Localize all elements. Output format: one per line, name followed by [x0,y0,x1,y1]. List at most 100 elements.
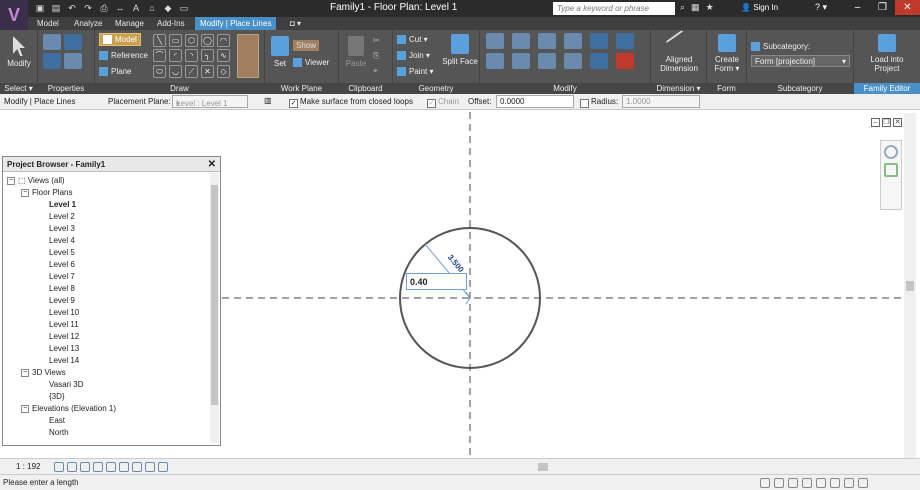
family-types-icon[interactable] [43,34,61,50]
spline-tool-icon[interactable]: ∿ [217,49,230,63]
temporary-dimension-input[interactable]: 0.40 [406,273,467,290]
point-element-icon[interactable]: ✕ [201,64,214,78]
paint-button[interactable]: Paint ▾ [397,67,433,77]
select-links-icon[interactable] [774,478,784,488]
dimension-panel-label[interactable]: Dimension ▾ [651,83,706,94]
open-icon[interactable]: ▣ [34,2,46,14]
modify-button[interactable]: Modify [4,36,34,68]
tree-node-floor-plans[interactable]: − Floor Plans [21,187,72,199]
switch-windows-icon[interactable]: ▭ [178,2,190,14]
tree-node-3d[interactable]: {3D} [49,391,65,403]
view-restore-icon[interactable]: ❐ [882,118,891,127]
project-browser-scrollbar[interactable] [210,173,219,443]
tree-toggle[interactable]: − [21,188,29,197]
tree-node-views[interactable]: − ⬚ Views (all) [7,175,65,187]
redo-icon[interactable]: ↷ [82,2,94,14]
subcategory-dropdown[interactable]: Form [projection] ▾ [751,55,850,67]
placement-plane-dropdown[interactable]: Level : Level 1 ▾ [172,95,248,108]
match-type-icon[interactable]: ⌖ [373,66,378,76]
mirror-draw-axis-icon[interactable] [564,33,582,49]
tangent-arc-icon[interactable]: ◝ [185,49,198,63]
drag-elements-icon[interactable] [830,478,840,488]
copy-element-icon[interactable] [512,53,530,69]
minimize-button[interactable]: – [845,0,870,15]
pin-icon[interactable] [616,33,634,49]
detail-level-icon[interactable] [54,462,64,472]
vertical-scrollbar[interactable] [904,113,916,458]
subscription-icon[interactable]: ▦ [691,2,700,13]
properties-icon[interactable] [43,53,61,69]
aligned-dimension-button[interactable]: Aligned Dimension [655,29,703,73]
view-scale[interactable]: 1 : 192 [16,462,40,471]
tree-toggle[interactable]: − [7,176,15,185]
sign-in-button[interactable]: 👤 Sign In [741,3,778,12]
temporary-hide-icon[interactable] [132,462,142,472]
ribbon-display-toggle[interactable]: ◘ ▾ [290,17,301,30]
binoculars-icon[interactable]: ⌕ [680,2,685,13]
close-button[interactable]: ✕ [895,0,920,15]
tag-icon[interactable]: A [130,2,142,14]
worksharing-display-icon[interactable] [158,462,168,472]
model-line-button[interactable]: Model [99,33,141,47]
tree-node-level-1[interactable]: Level 1 [49,199,76,211]
undo-icon[interactable]: ↶ [66,2,78,14]
tree-node-vasari-3d[interactable]: Vasari 3D [49,379,84,391]
select-pinned-icon[interactable] [802,478,812,488]
view-close-icon[interactable]: ✕ [893,118,902,127]
cut-geometry-button[interactable]: Cut ▾ [397,35,428,45]
tree-node-level-12[interactable]: Level 12 [49,331,79,343]
shadows-icon[interactable] [93,462,103,472]
pick-lines-icon[interactable]: ⟋ [185,64,198,78]
move-icon[interactable] [486,53,504,69]
create-form-button[interactable]: Create Form ▾ [709,34,745,73]
select-by-face-icon[interactable] [816,478,826,488]
tree-node-level-11[interactable]: Level 11 [49,319,79,331]
section-icon[interactable]: ◆ [162,2,174,14]
view-minimize-icon[interactable]: – [871,118,880,127]
show-crop-region-icon[interactable] [119,462,129,472]
project-browser-scroll-thumb[interactable] [211,185,218,405]
3d-view-icon[interactable]: ⌂ [146,2,158,14]
tree-node-level-13[interactable]: Level 13 [49,343,79,355]
set-work-plane-button[interactable]: Set [269,36,291,68]
tab-modify-place-lines[interactable]: Modify | Place Lines [195,17,277,30]
tree-node-3d-views[interactable]: −3D Views [21,367,66,379]
select-panel-label[interactable]: Select ▾ [0,83,37,94]
favorites-star-icon[interactable]: ★ [706,2,714,13]
split-element-icon[interactable] [590,33,608,49]
save-icon[interactable]: ▤ [50,2,62,14]
filter-icon[interactable] [844,478,854,488]
array-icon[interactable] [590,53,608,69]
tree-node-elevations[interactable]: − Elevations (Elevation 1) [21,403,116,415]
family-category-icon[interactable] [64,34,82,50]
rotate-icon[interactable] [538,53,556,69]
ellipse-tool-icon[interactable]: ⬭ [153,64,166,78]
load-into-project-button[interactable]: Load into Project [860,34,914,73]
trim-extend-icon[interactable] [564,53,582,69]
partial-ellipse-icon[interactable]: ◡ [169,64,182,78]
tree-node-level-14[interactable]: Level 14 [49,355,79,367]
tree-node-east[interactable]: East [49,415,65,427]
steering-wheel-icon[interactable] [884,145,898,159]
selection-count-icon[interactable] [858,478,868,488]
work-plane-pattern-icon[interactable] [237,34,259,78]
split-face-button[interactable]: Split Face [441,34,479,66]
viewer-button[interactable]: Viewer [293,58,329,68]
align-icon[interactable] [486,33,504,49]
tree-node-level-10[interactable]: Level 10 [49,307,79,319]
sun-path-icon[interactable] [80,462,90,472]
tree-node-level-9[interactable]: Level 9 [49,295,75,307]
pick-faces-icon[interactable]: ◇ [217,64,230,78]
mirror-pick-axis-icon[interactable] [538,33,556,49]
search-input[interactable]: Type a keyword or phrase [553,2,675,15]
tab-model[interactable]: Model [37,17,59,30]
horizontal-scrollbar[interactable] [190,462,903,472]
line-tool-icon[interactable]: ╲ [153,34,166,47]
circle-tool-icon[interactable]: ◯ [201,34,214,47]
reference-line-button[interactable]: Reference [99,51,148,61]
copy-icon[interactable]: ⎘ [373,51,379,61]
show-work-plane-button[interactable]: Show [293,40,320,51]
project-browser-close-button[interactable]: ✕ [208,159,216,170]
horizontal-scroll-thumb[interactable] [538,463,548,471]
type-properties-icon[interactable] [64,53,82,69]
